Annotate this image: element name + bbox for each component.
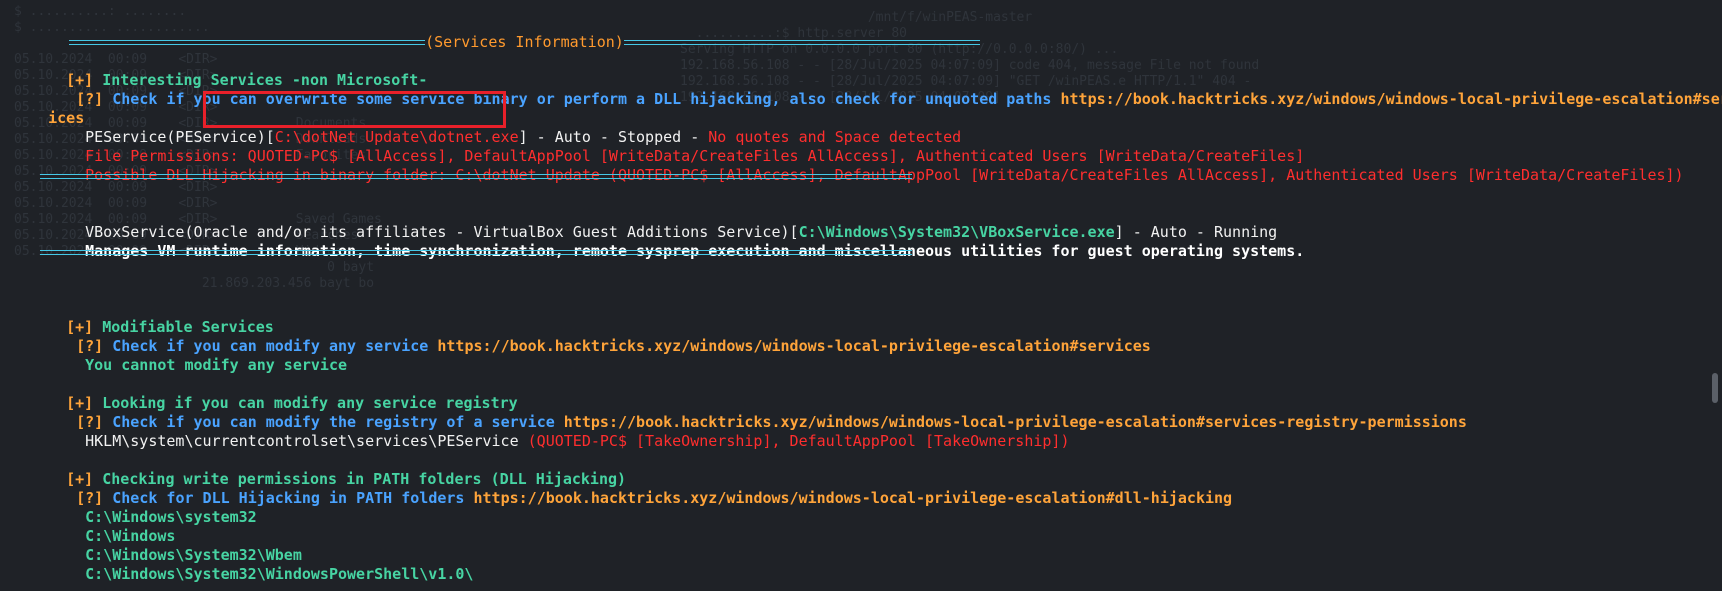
service-separator: [40, 174, 912, 179]
path-heading: [+] Checking write permissions in PATH f…: [66, 470, 627, 488]
service-separator: [40, 250, 912, 255]
section-header: (Services Information): [33, 14, 980, 51]
highlight-box-annotation: [203, 91, 506, 128]
interesting-check: [?] Check if you can overwrite some serv…: [40, 71, 1722, 108]
hacktricks-link-services[interactable]: https://book.hacktricks.xyz/windows/wind…: [437, 337, 1150, 355]
path-check: [?] Check for DLL Hijacking in PATH fold…: [76, 489, 1233, 507]
vbox-description: Manages VM runtime information, time syn…: [85, 242, 1305, 260]
header-rule-left: [69, 40, 426, 45]
path-folder-item: C:\Windows: [85, 527, 176, 545]
registry-check: [?] Check if you can modify the registry…: [76, 413, 1467, 431]
path-folder-item: C:\Windows\System32\Wbem: [85, 546, 302, 564]
registry-key-line: HKLM\system\currentcontrolset\services\P…: [85, 432, 1070, 450]
pe-dll-hijacking: Possible DLL Hijacking in binary folder:…: [85, 166, 1684, 184]
path-folder-item: C:\Windows\system32: [85, 508, 257, 526]
vbox-service-line: VBoxService(Oracle and/or its affiliates…: [85, 223, 1278, 241]
path-folder-item: C:\Windows\System32\WindowsPowerShell\v1…: [85, 565, 474, 583]
terminal-window[interactable]: $ ..........: ........ $ .......... ....…: [0, 0, 1722, 591]
interesting-heading: [+] Interesting Services -non Microsoft-: [66, 71, 428, 89]
hacktricks-link-unquoted[interactable]: https://book.hacktricks.xyz/windows/wind…: [1060, 90, 1722, 108]
interesting-check-wrap: ices: [12, 90, 84, 127]
pe-file-permissions: File Permissions: QUOTED-PC$ [AllAccess]…: [85, 147, 1305, 165]
terminal-scrollbar[interactable]: [1712, 373, 1718, 403]
header-rule-right: [623, 40, 980, 45]
modifiable-heading: [+] Modifiable Services: [66, 318, 274, 336]
hacktricks-link-dll[interactable]: https://book.hacktricks.xyz/windows/wind…: [473, 489, 1232, 507]
modifiable-result: You cannot modify any service: [85, 356, 348, 374]
section-title: (Services Information): [425, 33, 624, 51]
registry-heading: [+] Looking if you can modify any servic…: [66, 394, 518, 412]
modifiable-check: [?] Check if you can modify any service …: [76, 337, 1151, 355]
